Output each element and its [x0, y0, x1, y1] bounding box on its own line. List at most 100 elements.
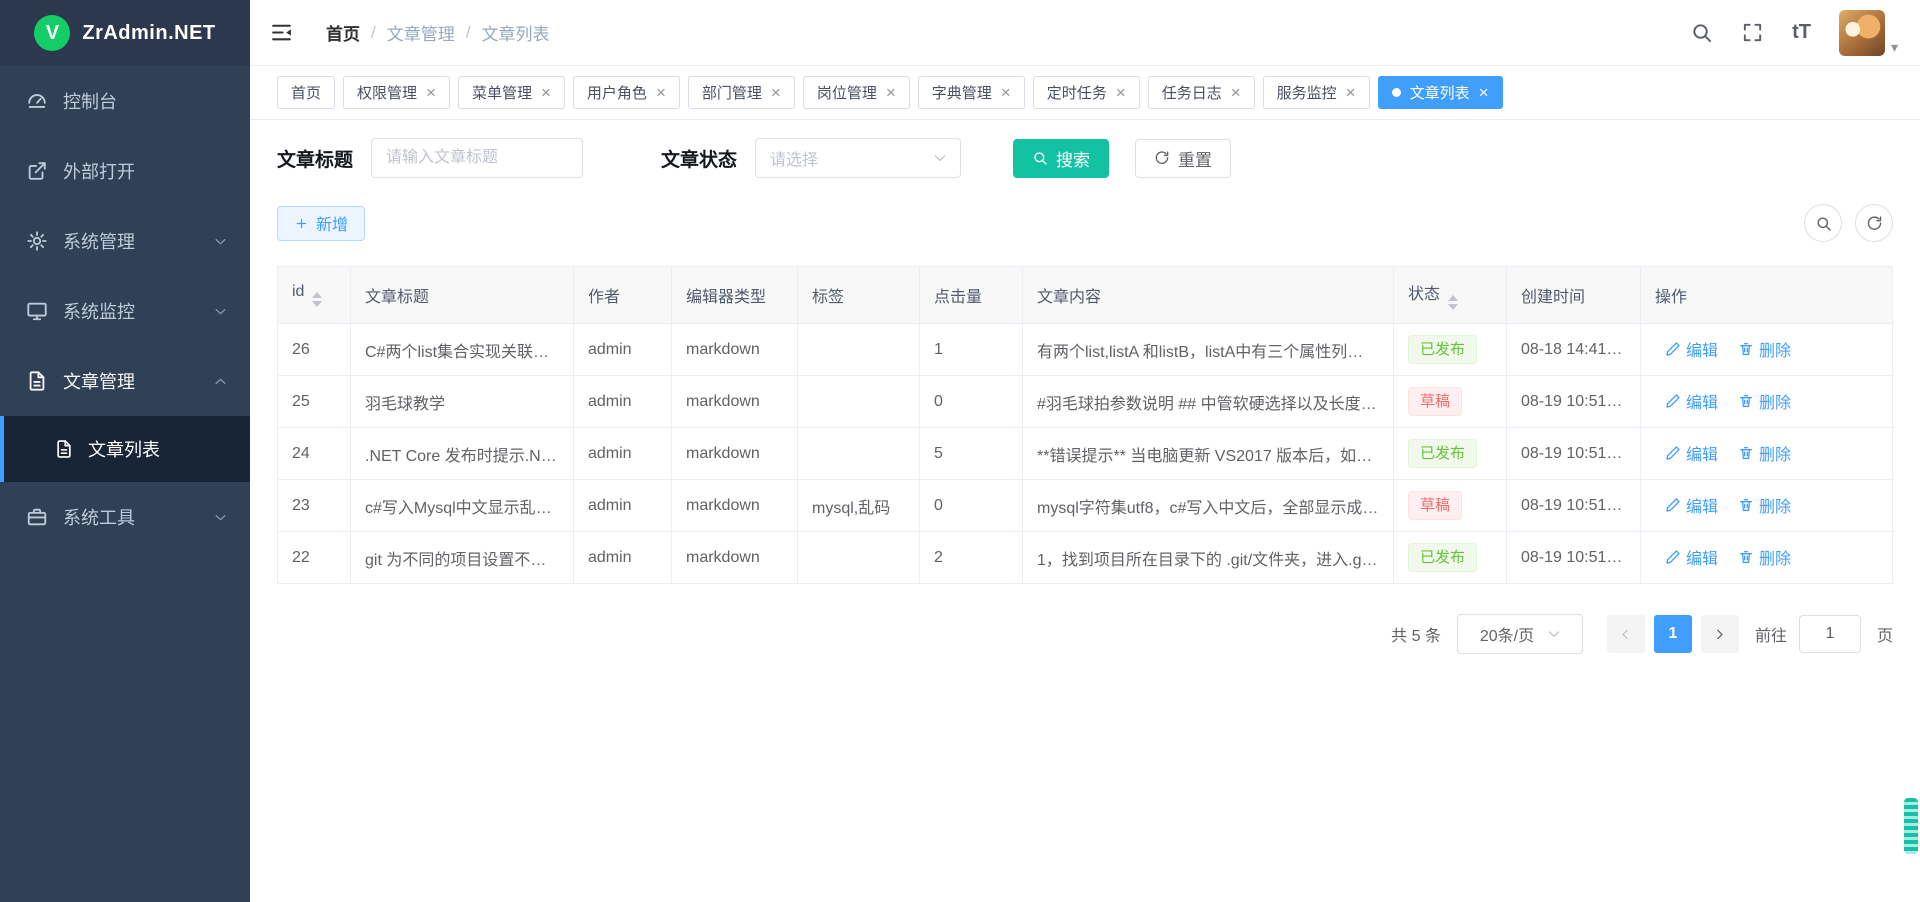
cell-editor: markdown — [672, 376, 798, 428]
article-title-input[interactable] — [371, 138, 583, 178]
tab-0[interactable]: 首页 — [277, 76, 335, 109]
column-header-created: 创建时间 — [1507, 267, 1641, 324]
article-status-select[interactable]: 请选择 — [755, 138, 961, 178]
tab-10[interactable]: 文章列表× — [1378, 76, 1503, 109]
edit-link[interactable]: 编辑 — [1665, 545, 1718, 569]
column-header-id[interactable]: id — [278, 267, 351, 324]
tab-9[interactable]: 服务监控 × — [1263, 76, 1370, 109]
user-avatar[interactable] — [1839, 10, 1885, 56]
tab-7[interactable]: 定时任务× — [1033, 76, 1140, 109]
cell-created: 08-19 10:51:25 — [1507, 480, 1641, 532]
fullscreen-button[interactable] — [1741, 21, 1764, 44]
sidebar-item-system-monitor[interactable]: 系统监控 — [0, 276, 250, 346]
goto-page-input[interactable] — [1799, 615, 1861, 653]
cell-content: mysql字符集utf8，c#写入中文后，全部显示成? ... — [1023, 480, 1394, 532]
sort-carets[interactable] — [1448, 295, 1458, 310]
edit-link[interactable]: 编辑 — [1665, 493, 1718, 517]
column-label: 状态 — [1408, 286, 1440, 303]
sidebar-item-label: 系统管理 — [63, 228, 213, 254]
sort-asc-icon[interactable] — [312, 292, 322, 298]
cell-status: 已发布 — [1394, 532, 1507, 584]
tab-close-icon[interactable]: × — [886, 84, 896, 101]
tab-close-icon[interactable]: × — [426, 84, 436, 101]
sort-desc-icon[interactable] — [1448, 304, 1458, 310]
delete-link[interactable]: 删除 — [1738, 389, 1791, 413]
cell-hits: 1 — [920, 324, 1023, 376]
font-size-button[interactable]: tT — [1792, 21, 1811, 44]
page-size-select[interactable]: 20条/页 — [1457, 614, 1583, 654]
dashboard-icon — [26, 90, 48, 112]
sidebar-item-dashboard[interactable]: 控制台 — [0, 66, 250, 136]
table-row: 26C#两个list集合实现关联，...adminmarkdown1有两个lis… — [278, 324, 1893, 376]
table-row: 23c#写入Mysql中文显示乱码 ...adminmarkdownmysql,… — [278, 480, 1893, 532]
edit-link[interactable]: 编辑 — [1665, 337, 1718, 361]
column-header-status[interactable]: 状态 — [1394, 267, 1507, 324]
sidebar-item-article-list[interactable]: 文章列表 — [0, 416, 250, 482]
table-header-row: id文章标题作者编辑器类型标签点击量文章内容状态创建时间操作 — [278, 267, 1893, 324]
prev-page-button[interactable] — [1607, 615, 1645, 653]
tab-2[interactable]: 菜单管理× — [458, 76, 565, 109]
tab-close-icon[interactable]: × — [1231, 84, 1241, 101]
delete-link[interactable]: 删除 — [1738, 337, 1791, 361]
tab-close-icon[interactable]: × — [656, 84, 666, 101]
sort-desc-icon[interactable] — [312, 301, 322, 307]
articles-table: id文章标题作者编辑器类型标签点击量文章内容状态创建时间操作 26C#两个lis… — [277, 266, 1893, 584]
edit-link[interactable]: 编辑 — [1665, 441, 1718, 465]
column-header-editor: 编辑器类型 — [672, 267, 798, 324]
tab-close-icon[interactable]: × — [1116, 84, 1126, 101]
add-button[interactable]: 新增 — [277, 206, 365, 241]
delete-link[interactable]: 删除 — [1738, 493, 1791, 517]
sidebar-collapse-button[interactable] — [250, 0, 312, 66]
page-number-button[interactable]: 1 — [1654, 615, 1692, 653]
table-row: 22git 为不同的项目设置不同...adminmarkdown21，找到项目所… — [278, 532, 1893, 584]
tab-close-icon[interactable]: × — [1346, 84, 1356, 101]
tab-1[interactable]: 权限管理× — [343, 76, 450, 109]
tabs-bar: 首页权限管理×菜单管理×用户角色×部门管理×岗位管理×字典管理×定时任务×任务日… — [250, 66, 1920, 120]
tab-5[interactable]: 岗位管理× — [803, 76, 910, 109]
sidebar-item-article-manage[interactable]: 文章管理 — [0, 346, 250, 416]
sidebar-item-system-tools[interactable]: 系统工具 — [0, 482, 250, 552]
search-button[interactable]: 搜索 — [1013, 139, 1109, 178]
sort-asc-icon[interactable] — [1448, 295, 1458, 301]
tab-6[interactable]: 字典管理× — [918, 76, 1025, 109]
cell-hits: 0 — [920, 376, 1023, 428]
cell-content: #羽毛球拍参数说明 ## 中管软硬选择以及长度介... — [1023, 376, 1394, 428]
cell-tags — [798, 532, 920, 584]
topbar-left: 首页/文章管理/文章列表 — [250, 0, 549, 66]
breadcrumb-item[interactable]: 文章管理 — [387, 20, 455, 45]
app-root: V ZrAdmin.NET 控制台外部打开系统管理系统监控文章管理文章列表系统工… — [0, 0, 1920, 902]
chevron-up-icon — [213, 374, 228, 389]
sidebar-item-system-manage[interactable]: 系统管理 — [0, 206, 250, 276]
tab-4[interactable]: 部门管理× — [688, 76, 795, 109]
toggle-search-button[interactable] — [1804, 204, 1842, 242]
column-header-author: 作者 — [574, 267, 672, 324]
tab-label: 服务监控 — [1277, 82, 1337, 103]
refresh-table-button[interactable] — [1855, 204, 1893, 242]
chevron-down-icon — [213, 304, 228, 319]
header-search-button[interactable] — [1690, 21, 1713, 44]
delete-link[interactable]: 删除 — [1738, 441, 1791, 465]
cell-tags — [798, 428, 920, 480]
delete-label: 删除 — [1759, 389, 1791, 413]
column-header-hits: 点击量 — [920, 267, 1023, 324]
tab-close-icon[interactable]: × — [541, 84, 551, 101]
delete-label: 删除 — [1759, 545, 1791, 569]
reset-button[interactable]: 重置 — [1135, 139, 1231, 178]
scrollbar-thumb[interactable] — [1904, 798, 1918, 854]
tab-close-icon[interactable]: × — [1001, 84, 1011, 101]
cell-content: **错误提示** 当电脑更新 VS2017 版本后，如果... — [1023, 428, 1394, 480]
delete-link[interactable]: 删除 — [1738, 545, 1791, 569]
sidebar-item-external-open[interactable]: 外部打开 — [0, 136, 250, 206]
gear-icon — [26, 230, 48, 252]
breadcrumb-item[interactable]: 首页 — [326, 20, 360, 45]
tab-3[interactable]: 用户角色× — [573, 76, 680, 109]
edit-link[interactable]: 编辑 — [1665, 389, 1718, 413]
next-page-button[interactable] — [1701, 615, 1739, 653]
sort-carets[interactable] — [312, 292, 322, 307]
edit-label: 编辑 — [1686, 545, 1718, 569]
app-logo[interactable]: V ZrAdmin.NET — [0, 0, 250, 66]
tab-8[interactable]: 任务日志× — [1148, 76, 1255, 109]
tab-close-icon[interactable]: × — [1479, 84, 1489, 101]
user-menu[interactable]: ▾ — [1839, 10, 1898, 56]
tab-close-icon[interactable]: × — [771, 84, 781, 101]
